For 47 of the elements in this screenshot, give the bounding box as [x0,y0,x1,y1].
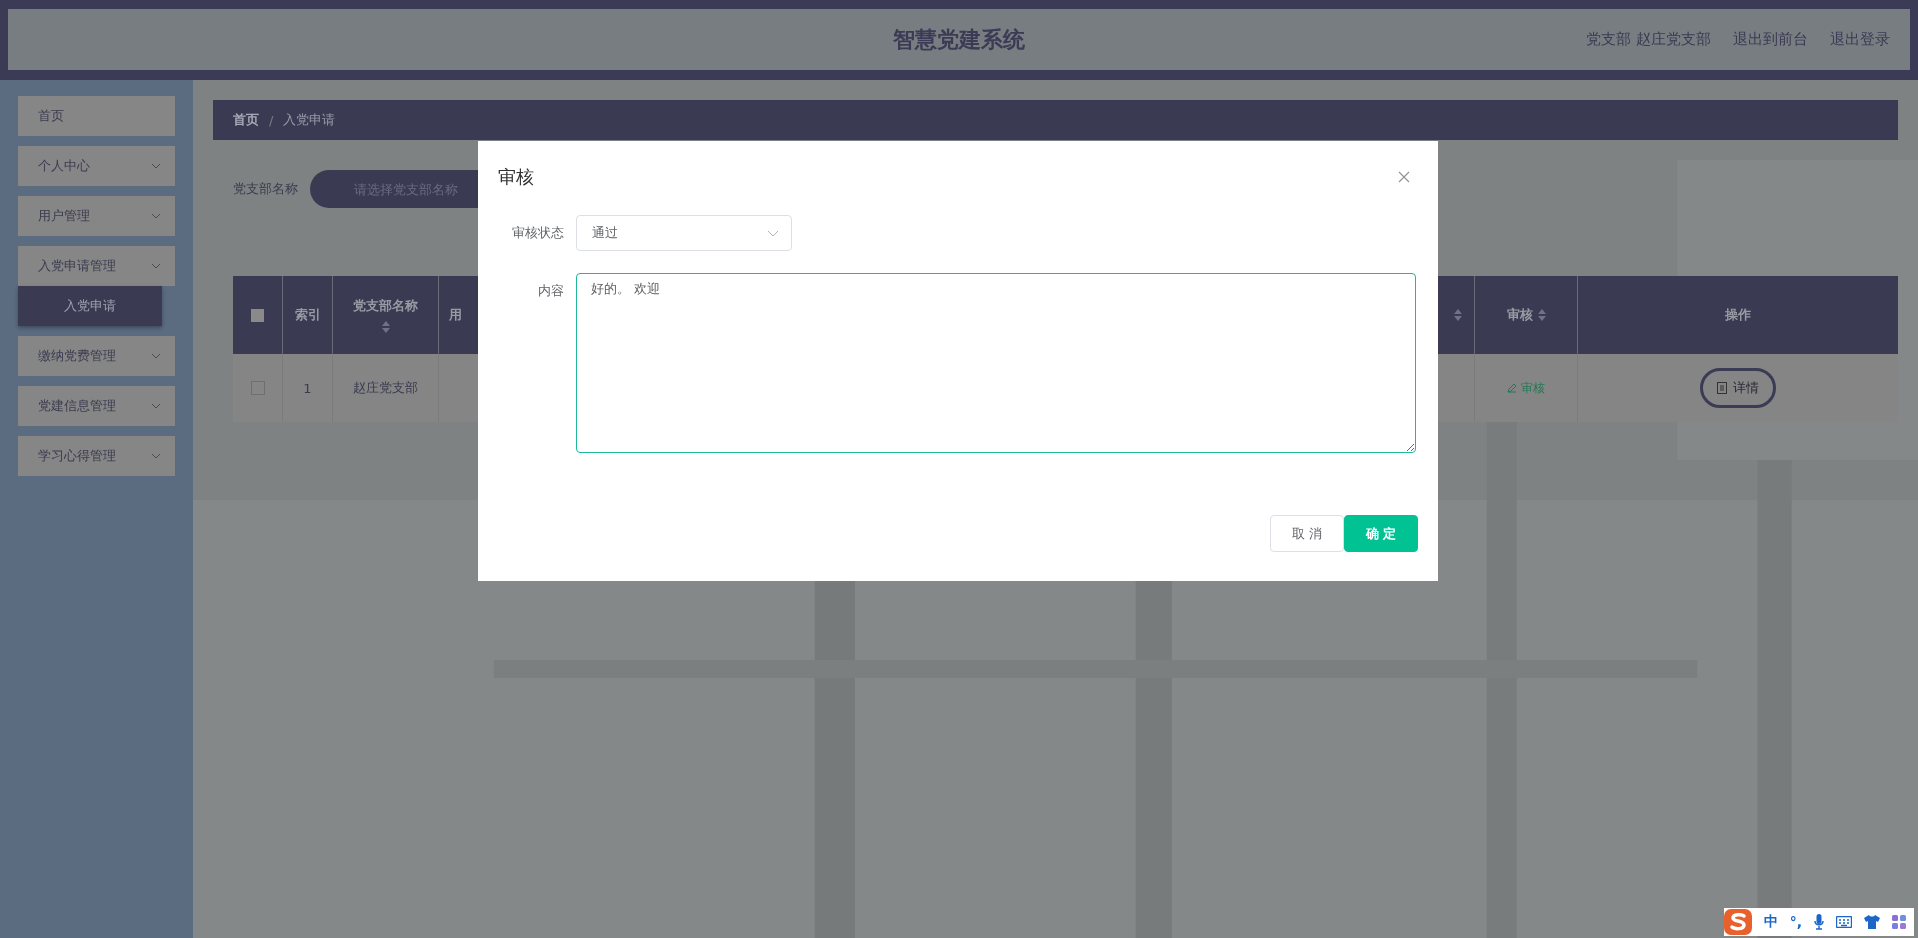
table-cell: 赵庄党支部 [353,379,418,397]
status-select[interactable]: 通过 [576,215,792,251]
filter-label: 党支部名称 [233,180,298,198]
ime-mode[interactable]: 中 [1763,913,1778,931]
chevron-down-icon [151,453,161,459]
chevron-down-icon [151,263,161,269]
chevron-down-icon [151,213,161,219]
chevron-down-icon [151,403,161,409]
app-title: 智慧党建系统 [893,25,1025,54]
keyboard-icon[interactable] [1836,916,1852,928]
chevron-down-icon [767,229,779,237]
detail-button[interactable]: 详情 [1700,368,1776,408]
form-label: 内容 [537,282,564,300]
menu-item[interactable]: 用户管理 [18,196,175,236]
content-field[interactable]: 好的。 欢迎 [576,273,1416,453]
sort-icon[interactable] [1454,309,1462,321]
breadcrumb-link[interactable]: 首页 [233,111,259,129]
breadcrumb-link[interactable]: 入党申请 [283,111,336,129]
grid-icon[interactable] [1892,915,1906,929]
s-logo-icon[interactable] [1723,909,1752,935]
breadcrumb-separator: / [269,112,274,128]
submenu-item[interactable]: 入党申请 [18,286,162,326]
pencil-icon [1507,383,1517,393]
menu-item[interactable]: 学习心得管理 [18,436,175,476]
header-link[interactable]: 退出登录 [1830,30,1890,49]
menu-item[interactable]: 个人中心 [18,146,175,186]
document-icon [1717,382,1727,394]
header-link[interactable]: 退出到前台 [1733,30,1808,49]
menu-item[interactable]: 入党申请管理 [18,246,175,286]
menu-item[interactable]: 党建信息管理 [18,386,175,426]
select-all-checkbox[interactable] [251,308,264,322]
table-cell: 1 [303,380,312,396]
sort-icon[interactable] [381,321,390,333]
header-link[interactable]: 党支部 赵庄党支部 [1586,30,1711,49]
form-label: 审核状态 [511,224,564,242]
shirt-icon[interactable] [1864,915,1880,929]
column-header: 操作 [1724,306,1752,324]
confirm-button[interactable]: 确 定 [1344,515,1418,552]
chevron-down-icon [151,353,161,359]
ime-punctuation[interactable]: °, [1789,914,1802,930]
cancel-button[interactable]: 取 消 [1270,515,1344,552]
menu-item[interactable]: 首页 [18,96,175,136]
menu-item[interactable]: 缴纳党费管理 [18,336,175,376]
microphone-icon[interactable] [1814,914,1824,930]
chevron-down-icon [151,163,161,169]
sort-icon[interactable] [1537,309,1546,321]
close-icon[interactable] [1398,171,1410,183]
